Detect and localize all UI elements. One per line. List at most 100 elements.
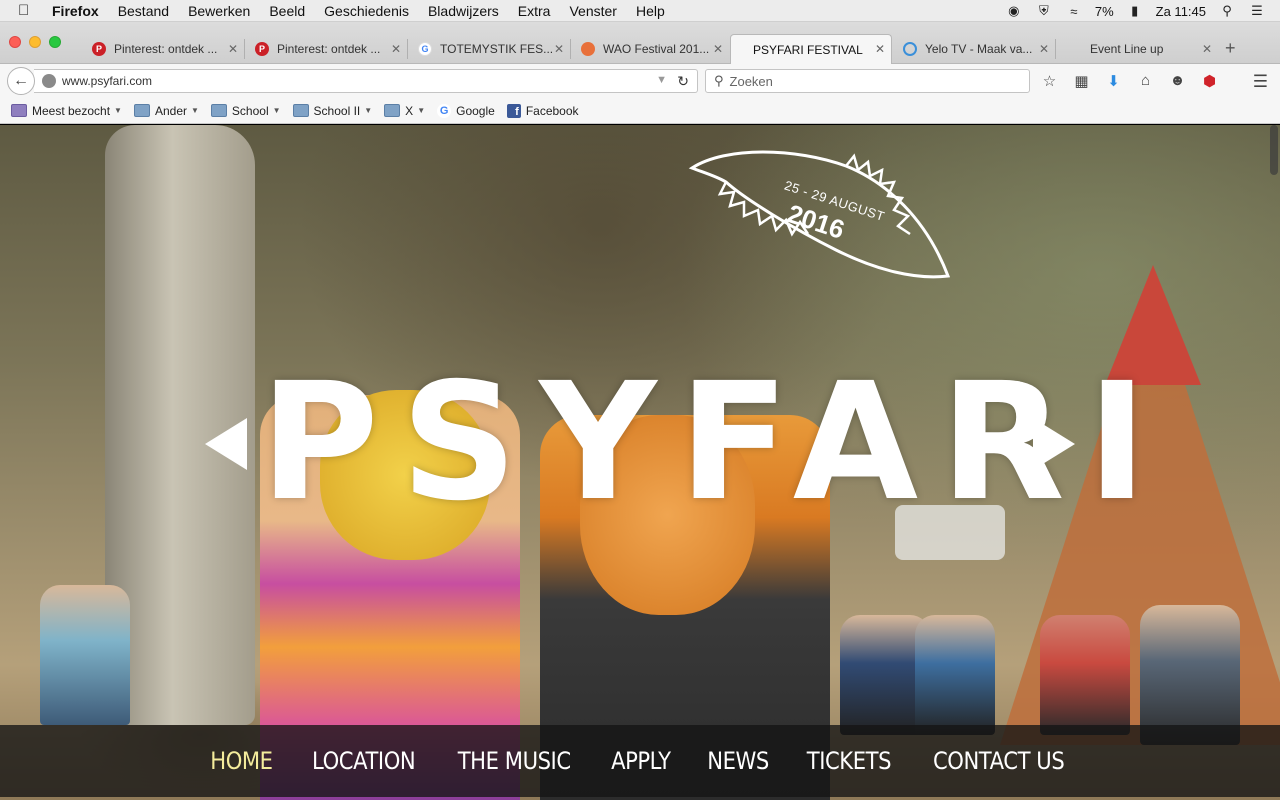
chevron-down-icon: ▼ — [364, 106, 373, 115]
url-text[interactable]: www.psyfari.com — [62, 74, 152, 88]
bookmark-meest-bezocht[interactable]: Meest bezocht ▼ — [11, 104, 122, 118]
menu-bewerken[interactable]: Bewerken — [188, 3, 250, 19]
menu-help[interactable]: Help — [636, 3, 665, 19]
close-tab-icon[interactable]: ✕ — [1202, 42, 1212, 56]
downloads-icon[interactable]: ⬇ — [1104, 71, 1123, 90]
page-scrollbar[interactable] — [1270, 125, 1278, 175]
tab-label: Event Line up — [1090, 42, 1164, 56]
bookmark-label: School — [231, 103, 269, 118]
tab-strip: P Pinterest: ontdek ... ✕ P Pinterest: o… — [0, 22, 1280, 64]
shield-icon[interactable]: ⛨ — [1035, 3, 1053, 18]
chevron-down-icon: ▼ — [417, 106, 426, 115]
menu-firefox[interactable]: Firefox — [52, 3, 99, 19]
tab-label: Yelo TV - Maak va... — [925, 42, 1033, 56]
reload-icon[interactable]: ↻ — [677, 73, 689, 90]
macos-menu-bar:  Firefox Bestand Bewerken Beeld Geschie… — [0, 0, 1280, 22]
nav-the-music[interactable]: THE MUSIC — [458, 747, 571, 775]
menu-bladwijzers[interactable]: Bladwijzers — [428, 3, 499, 19]
adblock-plus-icon[interactable]: ⬢ — [1200, 71, 1219, 90]
tab-yelo-tv[interactable]: Yelo TV - Maak va... ✕ — [893, 35, 1056, 63]
chevron-down-icon: ▼ — [191, 106, 199, 115]
pinterest-icon: P — [255, 42, 269, 56]
menu-geschiedenis[interactable]: Geschiedenis — [324, 3, 409, 19]
google-icon: G — [437, 103, 452, 118]
bookmark-label: Facebook — [525, 103, 579, 118]
bookmark-label: School II — [313, 103, 361, 118]
back-button[interactable]: ← — [7, 67, 35, 95]
tab-wao-festival[interactable]: WAO Festival 201... ✕ — [571, 35, 729, 63]
arrow-right-icon — [1033, 418, 1075, 470]
navigation-toolbar: www.psyfari.com ▼ ↻ ← ⚲ Zoeken ☆ ▦ ⬇ ⌂ ☻… — [0, 64, 1280, 98]
tab-psyfari-festival[interactable]: PSYFARI FESTIVAL ✕ — [730, 34, 892, 64]
close-tab-icon[interactable]: ✕ — [875, 42, 885, 56]
reading-list-icon[interactable]: ▦ — [1072, 71, 1091, 90]
window-controls — [9, 36, 61, 48]
background-person — [915, 615, 995, 735]
new-tab-button[interactable]: + — [1225, 38, 1236, 59]
hamburger-menu-icon[interactable]: ☰ — [1253, 72, 1268, 92]
nav-news[interactable]: NEWS — [707, 747, 769, 775]
creative-cloud-icon[interactable]: ◉ — [1005, 3, 1023, 18]
bookmark-label: Meest bezocht — [32, 103, 111, 118]
battery-icon[interactable]: ▮ — [1126, 3, 1144, 18]
folder-icon — [133, 104, 150, 117]
clock[interactable]: Za 11:45 — [1156, 4, 1206, 19]
bookmark-label: Ander — [154, 103, 187, 118]
close-tab-icon[interactable]: ✕ — [554, 42, 564, 56]
search-placeholder: Zoeken — [729, 73, 773, 89]
menu-bar-status: ◉ ⛨ ≈ 7% ▮ Za 11:45 ⚲ ☰ — [1005, 0, 1266, 22]
spotlight-search-icon[interactable]: ⚲ — [1218, 3, 1236, 18]
menu-venster[interactable]: Venster — [569, 3, 616, 19]
google-icon: G — [418, 42, 432, 56]
arrow-left-icon — [205, 418, 247, 470]
nav-apply[interactable]: APPLY — [611, 747, 671, 775]
pinterest-icon: P — [92, 42, 106, 56]
menu-beeld[interactable]: Beeld — [269, 3, 305, 19]
minimize-window-button[interactable] — [29, 36, 41, 48]
folder-icon — [384, 104, 401, 117]
close-tab-icon[interactable]: ✕ — [1039, 42, 1049, 56]
bookmark-x[interactable]: X ▼ — [384, 104, 425, 118]
bookmark-star-icon[interactable]: ☆ — [1040, 71, 1059, 90]
menu-extra[interactable]: Extra — [518, 3, 551, 19]
nav-location[interactable]: LOCATION — [312, 747, 416, 775]
bookmark-facebook[interactable]: f Facebook — [506, 103, 579, 118]
tab-label: TOTEMYSTIK FES... — [440, 42, 552, 56]
home-icon[interactable]: ⌂ — [1136, 71, 1155, 90]
search-box[interactable]: ⚲ Zoeken — [705, 69, 1030, 93]
tab-totemystik[interactable]: G TOTEMYSTIK FES... ✕ — [408, 35, 571, 63]
tab-pinterest-2[interactable]: P Pinterest: ontdek ... ✕ — [245, 35, 408, 63]
url-history-dropdown-icon[interactable]: ▼ — [656, 74, 667, 86]
menu-bestand[interactable]: Bestand — [118, 3, 169, 19]
close-window-button[interactable] — [9, 36, 21, 48]
date-leaf-badge: 25 - 29 AUGUST 2016 — [686, 138, 958, 288]
tab-event-line-up[interactable]: Event Line up ✕ — [1056, 35, 1218, 63]
chat-icon[interactable]: ☻ — [1168, 71, 1187, 90]
tab-label: WAO Festival 201... — [603, 42, 710, 56]
site-identity-icon[interactable] — [42, 74, 56, 88]
zoom-window-button[interactable] — [49, 36, 61, 48]
arrow-left-icon: ← — [13, 72, 29, 89]
nav-home[interactable]: HOME — [211, 747, 274, 775]
loading-icon — [903, 42, 917, 56]
tab-pinterest-1[interactable]: P Pinterest: ontdek ... ✕ — [82, 35, 245, 63]
bookmark-school[interactable]: School ▼ — [210, 103, 281, 118]
url-bar[interactable]: www.psyfari.com ▼ ↻ — [34, 69, 698, 93]
facebook-icon: f — [506, 103, 521, 118]
site-navigation: HOME LOCATION THE MUSIC APPLY NEWS TICKE… — [0, 725, 1280, 797]
close-tab-icon[interactable]: ✕ — [391, 42, 401, 56]
close-tab-icon[interactable]: ✕ — [228, 42, 238, 56]
nav-contact-us[interactable]: CONTACT US — [933, 747, 1065, 775]
apple-icon[interactable]:  — [18, 2, 38, 19]
bookmark-ander[interactable]: Ander ▼ — [133, 103, 199, 118]
notification-center-icon[interactable]: ☰ — [1248, 3, 1266, 18]
bookmark-google[interactable]: G Google — [437, 103, 495, 118]
toolbar-icons: ☆ ▦ ⬇ ⌂ ☻ ⬢ — [1040, 71, 1219, 90]
folder-icon — [210, 104, 227, 117]
tab-label: Pinterest: ontdek ... — [114, 42, 218, 56]
bookmark-school-ii[interactable]: School II ▼ — [292, 103, 373, 118]
wifi-icon[interactable]: ≈ — [1065, 4, 1083, 19]
close-tab-icon[interactable]: ✕ — [713, 42, 723, 56]
nav-tickets[interactable]: TICKETS — [806, 747, 891, 775]
chevron-down-icon: ▼ — [272, 106, 281, 115]
